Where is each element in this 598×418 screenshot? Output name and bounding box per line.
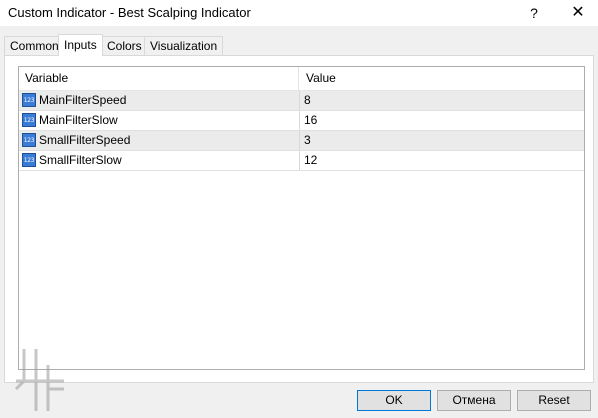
value-cell[interactable]: 16 (300, 111, 584, 130)
variable-cell: 123 SmallFilterSpeed (19, 131, 300, 150)
tab-colors[interactable]: Colors (101, 36, 148, 55)
value-cell[interactable]: 8 (300, 91, 584, 110)
integer-param-icon: 123 (22, 133, 36, 147)
tab-strip: Common Inputs Colors Visualization (4, 34, 594, 56)
grid-header: Variable Value (19, 67, 584, 91)
tab-common[interactable]: Common (4, 36, 65, 55)
table-row[interactable]: 123 MainFilterSlow 16 (19, 111, 584, 131)
variable-name: SmallFilterSpeed (39, 133, 131, 147)
header-value[interactable]: Value (300, 67, 584, 90)
integer-param-icon: 123 (22, 113, 36, 127)
table-row[interactable]: 123 SmallFilterSpeed 3 (19, 131, 584, 151)
logo-watermark-icon (14, 349, 64, 411)
inputs-panel: Variable Value 123 MainFilterSpeed 8 123… (4, 55, 594, 383)
tab-visualization[interactable]: Visualization (144, 36, 224, 55)
table-row[interactable]: 123 MainFilterSpeed 8 (19, 91, 584, 111)
window-title: Custom Indicator - Best Scalping Indicat… (8, 5, 251, 20)
table-row[interactable]: 123 SmallFilterSlow 12 (19, 151, 584, 171)
help-button[interactable]: ? (516, 0, 552, 26)
variable-name: MainFilterSlow (39, 113, 118, 127)
variable-name: MainFilterSpeed (39, 93, 127, 107)
variable-cell: 123 MainFilterSpeed (19, 91, 300, 110)
value-cell[interactable]: 12 (300, 151, 584, 170)
reset-button[interactable]: Reset (517, 390, 591, 411)
integer-param-icon: 123 (22, 153, 36, 167)
variable-cell: 123 SmallFilterSlow (19, 151, 300, 170)
tab-inputs[interactable]: Inputs (58, 34, 103, 56)
cancel-button[interactable]: Отмена (437, 390, 511, 411)
variable-cell: 123 MainFilterSlow (19, 111, 300, 130)
header-variable[interactable]: Variable (19, 67, 299, 90)
ok-button[interactable]: OK (357, 390, 431, 411)
close-button[interactable]: ✕ (560, 0, 596, 26)
inputs-grid: Variable Value 123 MainFilterSpeed 8 123… (18, 66, 585, 370)
value-cell[interactable]: 3 (300, 131, 584, 150)
variable-name: SmallFilterSlow (39, 153, 122, 167)
title-bar: Custom Indicator - Best Scalping Indicat… (0, 0, 598, 26)
integer-param-icon: 123 (22, 93, 36, 107)
